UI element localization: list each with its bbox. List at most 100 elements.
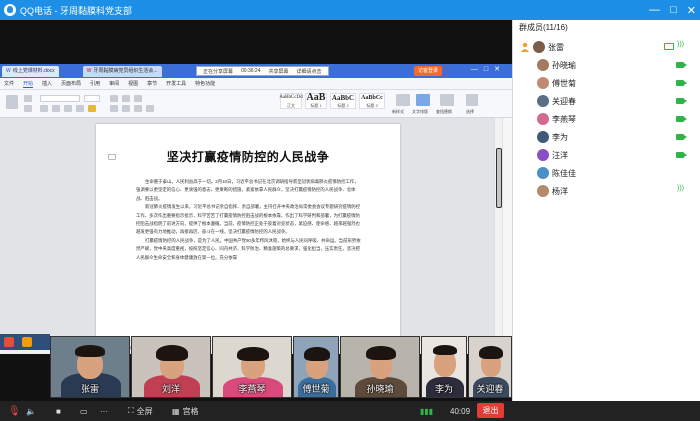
- menu-features[interactable]: 特色功能: [195, 80, 215, 87]
- document-paragraph: 生命重于泰山，人民利益高于一切。2月10日，习近平总书记在北京调研指导新型冠状病…: [136, 179, 359, 201]
- avatar: [537, 167, 549, 179]
- member-name: 李燕琴: [552, 115, 576, 124]
- fullscreen-button[interactable]: ⛶ 全屏: [128, 405, 153, 417]
- justify-icon[interactable]: [146, 105, 154, 112]
- maximize-button[interactable]: □: [670, 4, 677, 16]
- share-status: 正在分享屏幕: [203, 68, 234, 75]
- hangup-button[interactable]: 退出: [477, 403, 504, 418]
- grid-view-button[interactable]: ▦ 宫格: [172, 405, 199, 417]
- participant-tile[interactable]: 孙晓瑜: [340, 336, 420, 398]
- menu-home[interactable]: 开始: [23, 80, 34, 88]
- window-controls: — □ ✕: [649, 0, 696, 20]
- style-normal[interactable]: AaBbCcDd 正文: [279, 93, 303, 109]
- menu-devtools[interactable]: 开发工具: [166, 80, 186, 87]
- member-row[interactable]: 李燕琴: [513, 110, 700, 128]
- fullscreen-icon: ⛶: [128, 406, 134, 415]
- share-timer: 00:36:24: [241, 68, 261, 74]
- wps-toolbar: AaBbCcDd 正文 AaB 标题 1 AaBbC 标题 2 AaBbCc 标…: [0, 90, 512, 118]
- member-row[interactable]: 关迎春: [513, 92, 700, 110]
- volume-icon: ))): [677, 41, 684, 48]
- align-center-icon[interactable]: [122, 105, 130, 112]
- menu-insert[interactable]: 插入: [42, 80, 52, 87]
- text-layout-icon[interactable]: [416, 94, 430, 106]
- signal-indicator: ▮▮▮: [420, 405, 433, 417]
- italic-icon[interactable]: [52, 105, 60, 112]
- numbering-icon[interactable]: [122, 95, 130, 102]
- wps-login-button[interactable]: 访客登录: [413, 66, 442, 76]
- camera-icon: ■: [56, 406, 61, 416]
- member-row[interactable]: 张雷 ))): [513, 38, 700, 56]
- participant-tile[interactable]: 李为: [421, 336, 467, 398]
- more-button[interactable]: ···: [100, 405, 108, 417]
- member-row[interactable]: 孙晓瑜: [513, 56, 700, 74]
- style-heading-2[interactable]: AaBbC 标题 2: [330, 93, 356, 109]
- indent-icon[interactable]: [134, 95, 142, 102]
- select-icon[interactable]: [466, 94, 478, 106]
- member-row[interactable]: 李为: [513, 128, 700, 146]
- self-user-icon: [521, 42, 529, 52]
- participant-tile[interactable]: 关迎春: [468, 336, 512, 398]
- app-icon[interactable]: [22, 337, 32, 347]
- avatar: [537, 113, 549, 125]
- member-row[interactable]: 杨洋 ))): [513, 182, 700, 200]
- participant-tile[interactable]: 刘洋: [131, 336, 211, 398]
- signal-icon: ▮▮▮: [420, 406, 434, 416]
- wps-menu-bar: 文件 开始 插入 页面布局 引用 审阅 视图 章节 开发工具 特色功能: [0, 78, 512, 90]
- document-page[interactable]: 坚决打赢疫情防控的人民战争 生命重于泰山，人民利益高于一切。2月10日，习近平总…: [96, 124, 400, 340]
- font-name-select[interactable]: [40, 95, 80, 102]
- camera-on-icon: [676, 116, 687, 122]
- participant-tile[interactable]: 张雷: [50, 336, 130, 398]
- member-name: 孙晓瑜: [552, 61, 576, 70]
- app-icon[interactable]: [4, 337, 14, 347]
- align-right-icon[interactable]: [134, 105, 142, 112]
- cut-icon[interactable]: [24, 95, 32, 102]
- wps-window-controls[interactable]: —□✕: [471, 65, 506, 73]
- shared-screen[interactable]: W 线上党课材料.docx W 牙周黏膜病党员组织生活会... 正在分享屏幕 00:…: [0, 64, 512, 354]
- close-button[interactable]: ✕: [687, 4, 696, 17]
- menu-layout[interactable]: 页面布局: [61, 80, 81, 87]
- menu-review[interactable]: 审阅: [109, 80, 119, 87]
- style-heading-3[interactable]: AaBbCc 标题 3: [359, 93, 385, 109]
- participant-tile[interactable]: 傅世菊: [293, 336, 339, 398]
- member-row[interactable]: 汪洋: [513, 146, 700, 164]
- paste-icon[interactable]: [6, 95, 18, 109]
- participant-tile[interactable]: 李燕琴: [212, 336, 292, 398]
- underline-icon[interactable]: [64, 105, 72, 112]
- member-name: 李为: [552, 133, 568, 142]
- call-control-bar: 🎙 🔈 ■ ▭ ··· ⛶ 全屏 ▦ 宫格 ▮▮▮ 40:09: [0, 401, 700, 421]
- new-style-label: 新样式: [392, 109, 404, 114]
- bold-icon[interactable]: [40, 105, 48, 112]
- speaker-toggle[interactable]: 🔈: [26, 405, 36, 417]
- highlight-icon[interactable]: [88, 105, 96, 112]
- document-scrollbar[interactable]: [494, 118, 502, 340]
- bullets-icon[interactable]: [110, 95, 118, 102]
- volume-icon: ))): [677, 185, 684, 192]
- minimize-button[interactable]: —: [649, 4, 660, 16]
- menu-section[interactable]: 章节: [147, 80, 157, 87]
- avatar: [537, 95, 549, 107]
- participant-name: 李燕琴: [238, 384, 266, 394]
- menu-view[interactable]: 视图: [128, 80, 138, 87]
- share-action[interactable]: 共享屏幕: [268, 68, 288, 75]
- member-row[interactable]: 陈佳佳: [513, 164, 700, 182]
- member-row[interactable]: 傅世菊: [513, 74, 700, 92]
- camera-on-icon: [676, 80, 687, 86]
- menu-references[interactable]: 引用: [90, 80, 100, 87]
- align-left-icon[interactable]: [110, 105, 118, 112]
- camera-toggle[interactable]: ■: [56, 405, 61, 417]
- strike-icon[interactable]: [76, 105, 84, 112]
- participant-name: 张雷: [80, 384, 99, 394]
- member-name: 关迎春: [552, 97, 576, 106]
- mic-toggle[interactable]: 🎙: [8, 405, 21, 417]
- menu-file[interactable]: 文件: [4, 80, 14, 87]
- wps-tab-doc[interactable]: W 线上党课材料.docx: [2, 65, 59, 77]
- find-replace-icon[interactable]: [440, 94, 454, 106]
- screen-share-toggle[interactable]: ▭: [80, 405, 88, 417]
- font-size-select[interactable]: [84, 95, 100, 102]
- new-style-icon[interactable]: [396, 94, 410, 106]
- copy-icon[interactable]: [24, 105, 32, 112]
- wps-tab-doc-2[interactable]: W 牙周黏膜病党员组织生活会...: [82, 65, 162, 77]
- style-heading-1[interactable]: AaB 标题 1: [305, 93, 327, 109]
- camera-on-icon: [676, 134, 687, 140]
- qq-logo-icon: [4, 4, 16, 16]
